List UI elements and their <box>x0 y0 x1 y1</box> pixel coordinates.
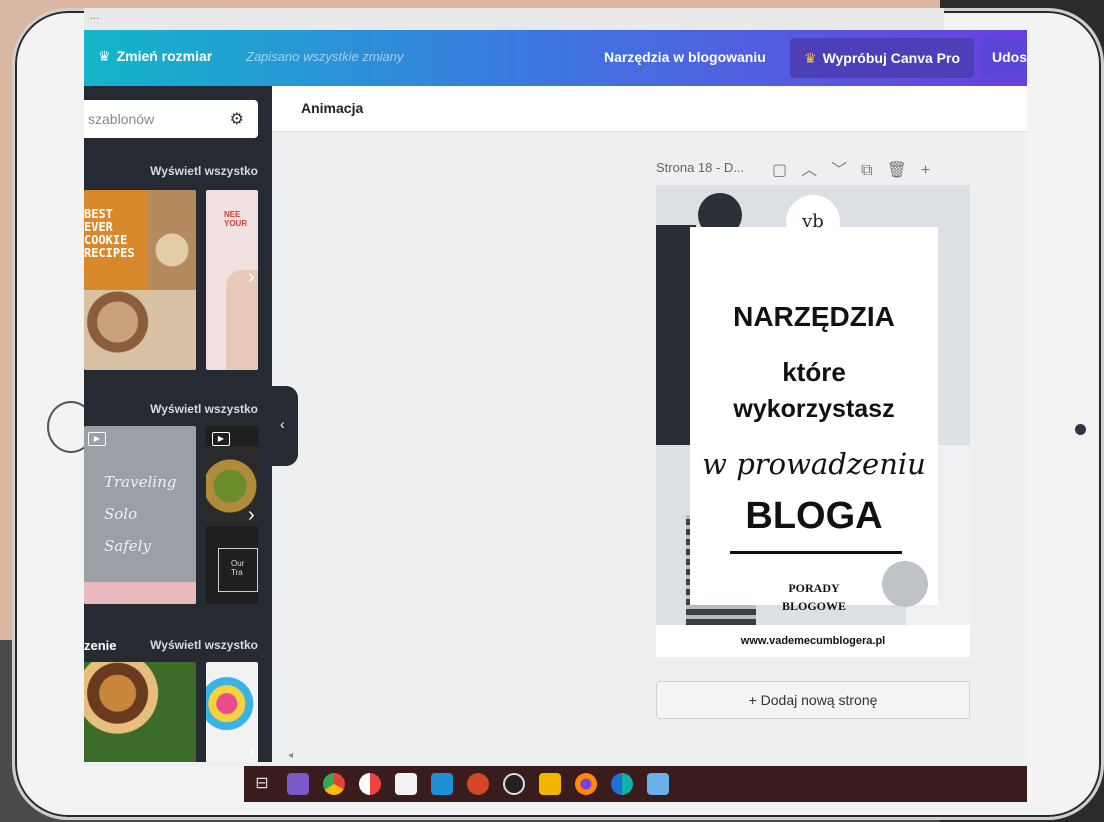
template-thumb-food-grid[interactable] <box>84 662 196 762</box>
top-bar: ♛ Zmień rozmiar Zapisano wszystkie zmiany… <box>84 30 1027 86</box>
task-view-icon[interactable]: ⊟ <box>251 773 273 795</box>
poster-logo: vb <box>786 195 840 249</box>
page-toolbar: ▢︿﹀⧉🗑+ <box>772 156 944 180</box>
collapse-sidebar-tab[interactable]: ‹ <box>272 386 298 466</box>
cookie-photo <box>84 290 196 370</box>
template-search-input[interactable]: szablonów ⚙ <box>84 100 258 138</box>
crown-icon: ♛ <box>98 48 111 64</box>
cookie-title: BEST EVER COOKIE RECIPES <box>84 190 148 290</box>
camera-icon <box>1075 424 1086 435</box>
see-all-link[interactable]: Wyświetl wszystko <box>150 402 258 416</box>
animation-button[interactable]: Animacja <box>301 100 363 116</box>
trash-icon[interactable]: 🗑 <box>887 162 921 179</box>
poster-footer: www.vademecumblogera.pl <box>656 625 970 657</box>
scroll-left-icon[interactable]: ◂ <box>288 750 293 761</box>
obs-icon[interactable] <box>503 773 525 795</box>
next-arrow-icon[interactable]: › <box>248 740 255 762</box>
note-icon[interactable]: ▢ <box>772 162 801 179</box>
poster-divider <box>730 551 902 554</box>
next-arrow-icon[interactable]: › <box>248 266 255 289</box>
chevron-down-icon[interactable]: ﹀ <box>831 162 861 179</box>
chevron-up-icon[interactable]: ︿ <box>801 162 831 179</box>
cookie-photo <box>148 190 196 290</box>
url-strip: ... <box>84 8 944 30</box>
poster-line: NARZĘDZIA <box>733 301 895 332</box>
share-button[interactable]: Udos <box>982 38 1027 78</box>
save-status: Zapisano wszystkie zmiany <box>246 49 404 64</box>
taskbar-spacer <box>84 766 244 802</box>
mail-icon[interactable] <box>431 773 453 795</box>
explorer-icon[interactable] <box>539 773 561 795</box>
template-text: Traveling Solo Safely <box>104 473 177 555</box>
screen: ♛ Zmień rozmiar Zapisano wszystkie zmiany… <box>84 30 1027 802</box>
resize-button[interactable]: ♛ Zmień rozmiar <box>98 48 212 65</box>
page-label[interactable]: Strona 18 - D... <box>656 160 744 175</box>
crown-icon: ♛ <box>804 49 817 66</box>
poster-card: NARZĘDZIA które wykorzystasz w prowadzen… <box>690 227 938 613</box>
template-sidebar: szablonów ⚙ Wyświetl wszystko BEST EVER … <box>84 86 272 762</box>
powerpoint-icon[interactable] <box>467 773 489 795</box>
chrome-icon[interactable] <box>323 773 345 795</box>
design-title[interactable]: Narzędzia w blogowaniu <box>604 49 766 65</box>
add-icon[interactable]: + <box>921 162 944 179</box>
windows-taskbar: ⊟ <box>244 766 1027 802</box>
design-canvas[interactable]: NARZĘDZIA które wykorzystasz w prowadzen… <box>656 185 970 657</box>
poster-line: w prowadzeniu <box>702 447 926 481</box>
section-title: zenie <box>84 638 117 653</box>
copy-icon[interactable]: ⧉ <box>861 162 886 179</box>
photo-ball <box>882 561 928 607</box>
template-thumb-cookie[interactable]: BEST EVER COOKIE RECIPES <box>84 190 196 370</box>
poster-line: BLOGA <box>745 495 883 537</box>
edge-icon[interactable] <box>611 773 633 795</box>
app-icon[interactable] <box>287 773 309 795</box>
filter-icon[interactable]: ⚙ <box>230 109 244 129</box>
try-pro-label: Wypróbuj Canva Pro <box>822 50 960 66</box>
poster-line: które <box>782 357 846 387</box>
next-arrow-icon[interactable]: › <box>248 504 255 527</box>
add-page-button[interactable]: + Dodaj nową stronę <box>656 681 970 719</box>
template-text: Our Tra <box>218 548 258 592</box>
see-all-link[interactable]: Wyświetl wszystko <box>150 164 258 178</box>
editor-subbar: Animacja <box>272 86 1027 132</box>
video-icon: ▶ <box>212 432 230 446</box>
see-all-link[interactable]: Wyświetl wszystko <box>150 638 258 652</box>
store-icon[interactable] <box>395 773 417 795</box>
template-thumb-travel[interactable]: ▶ Traveling Solo Safely <box>84 426 196 604</box>
template-footer-bar <box>84 582 196 604</box>
template-text: NEE YOUR <box>224 210 248 228</box>
app-icon[interactable] <box>359 773 381 795</box>
search-placeholder: szablonów <box>88 111 155 127</box>
photos-icon[interactable] <box>647 773 669 795</box>
resize-label: Zmień rozmiar <box>116 48 213 64</box>
try-pro-button[interactable]: ♛ Wypróbuj Canva Pro <box>790 38 974 78</box>
video-icon: ▶ <box>88 432 106 446</box>
poster-line: wykorzystasz <box>733 395 895 423</box>
firefox-icon[interactable] <box>575 773 597 795</box>
